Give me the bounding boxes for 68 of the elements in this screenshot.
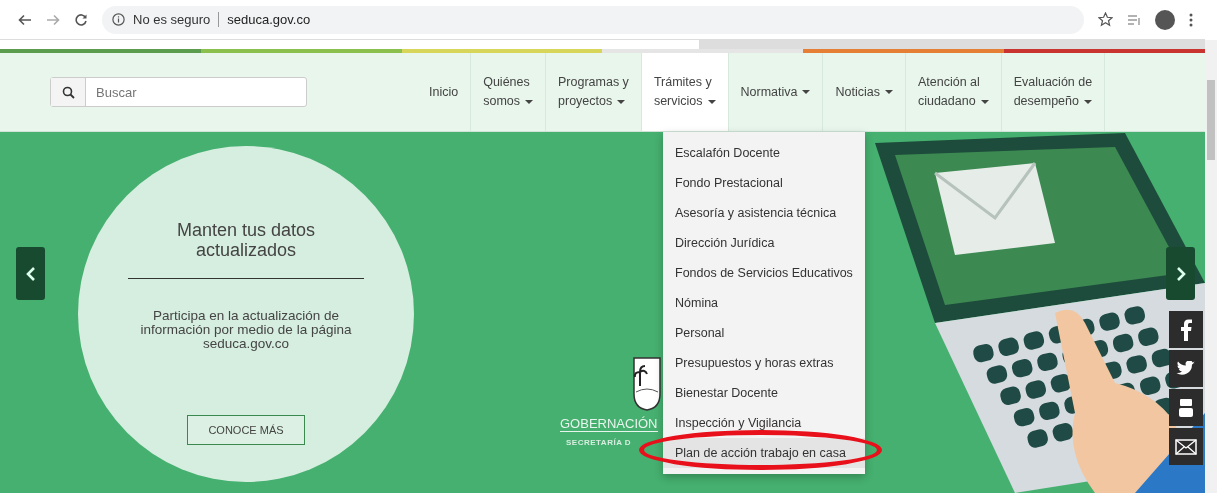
menu-item[interactable]: Asesoría y asistencia técnica xyxy=(663,198,865,228)
menu-item[interactable]: Escalafón Docente xyxy=(663,138,865,168)
video-logo-icon xyxy=(1178,397,1194,418)
youtube-link[interactable] xyxy=(1169,389,1203,426)
keyboard-key xyxy=(1035,351,1060,373)
keyboard-key xyxy=(1010,357,1034,379)
menu-item[interactable]: Bienestar Docente xyxy=(663,378,865,408)
facebook-link[interactable] xyxy=(1169,311,1203,348)
keyboard-key xyxy=(996,336,1021,358)
slide-text: Participa en la actualización de información por medio de la página seduca.gov.co xyxy=(139,309,353,351)
slide-title: Manten tus datos actualizados xyxy=(175,220,317,260)
keyboard-key xyxy=(1124,353,1149,375)
logo-name: GOBERNACIÓN xyxy=(560,416,658,432)
address-bar[interactable]: No es seguro seduca.gov.co xyxy=(102,5,1084,34)
chevron-left-icon xyxy=(25,265,36,282)
keyboard-key xyxy=(1022,329,1046,352)
logo-subtitle: SECRETARÍA D xyxy=(566,438,632,447)
bird-icon xyxy=(1176,360,1196,377)
nav-menu-item[interactable]: Programas y proyectos xyxy=(546,53,642,131)
star-icon[interactable] xyxy=(1098,12,1113,27)
shield-icon xyxy=(632,356,662,412)
nav-menu-item[interactable]: Atención al ciudadano xyxy=(905,53,1002,131)
chevron-right-icon xyxy=(1175,265,1186,282)
nav-menu-item[interactable]: Normativa xyxy=(728,53,824,131)
keyboard-key xyxy=(1024,378,1048,401)
keyboard-key xyxy=(985,363,1009,386)
menu-item[interactable]: Nómina xyxy=(663,288,865,318)
keyboard-key xyxy=(971,342,996,364)
facebook-icon xyxy=(1180,318,1192,341)
nav-menu-item[interactable]: Evaluación de desempeño xyxy=(1001,53,1106,131)
keyboard-key xyxy=(1051,421,1075,443)
keyboard-key xyxy=(1123,304,1147,327)
scrollbar[interactable] xyxy=(1205,40,1217,493)
security-label: No es seguro xyxy=(133,12,220,27)
menu-item[interactable]: Presupuestos y horas extras xyxy=(663,348,865,378)
keyboard-key xyxy=(1111,332,1135,354)
search-box[interactable]: Buscar xyxy=(50,77,307,107)
learn-more-button[interactable]: CONOCE MÁS xyxy=(187,415,305,445)
keyboard-key xyxy=(1136,326,1161,348)
url-text: seduca.gov.co xyxy=(227,12,311,27)
menu-item[interactable]: Fondo Prestacional xyxy=(663,168,865,198)
info-icon xyxy=(112,13,125,26)
menu-item[interactable]: Personal xyxy=(663,318,865,348)
keyboard-key xyxy=(1138,375,1163,397)
avatar-icon[interactable] xyxy=(1155,9,1175,30)
email-link[interactable] xyxy=(1169,428,1203,465)
back-icon[interactable] xyxy=(18,13,32,26)
envelope-icon xyxy=(1175,438,1197,455)
keyboard-key xyxy=(1037,400,1062,422)
next-slide-button[interactable] xyxy=(1166,247,1195,300)
nav-menu-item[interactable]: Noticias xyxy=(823,53,906,131)
nav-menu-item[interactable]: Trámites y servicios xyxy=(641,53,729,131)
keyboard-key xyxy=(1097,311,1122,333)
search-button[interactable] xyxy=(51,78,86,106)
search-icon xyxy=(61,85,75,99)
menu-item[interactable]: Fondos de Servicios Educativos xyxy=(663,258,865,288)
menu-icon[interactable] xyxy=(1189,12,1193,27)
keyboard-key xyxy=(998,385,1023,407)
nav-menu-item[interactable]: Inicio xyxy=(417,53,472,131)
keyboard-key xyxy=(1012,406,1036,428)
search-field[interactable]: Buscar xyxy=(86,78,306,106)
nav-menu-item[interactable]: Quiénes somos xyxy=(471,53,546,131)
menu-item[interactable]: Inspección y Vigilancia xyxy=(663,408,865,438)
menu-item[interactable]: Dirección Jurídica xyxy=(663,228,865,258)
reload-icon[interactable] xyxy=(74,12,88,27)
twitter-link[interactable] xyxy=(1169,350,1203,387)
previous-slide-button[interactable] xyxy=(16,247,45,300)
keyboard-key xyxy=(1025,427,1050,450)
